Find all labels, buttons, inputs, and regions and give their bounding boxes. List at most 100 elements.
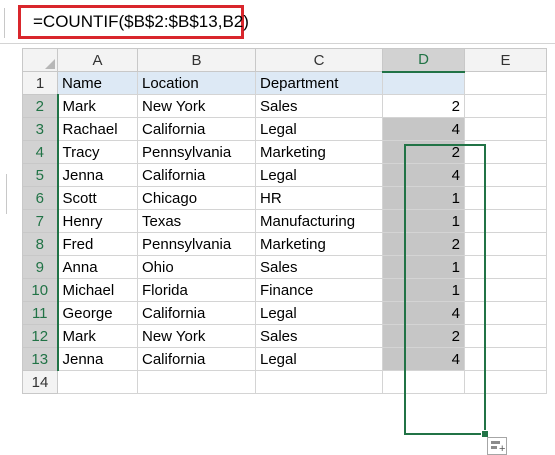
cell-d[interactable]: 2 <box>382 140 465 164</box>
select-all-corner[interactable] <box>22 48 58 72</box>
formula-text[interactable]: =COUNTIF($B$2:$B$13,B2) <box>33 12 249 32</box>
cell-a[interactable]: Name <box>57 71 138 95</box>
cell-b[interactable]: Location <box>137 71 256 95</box>
cell-c[interactable]: Finance <box>255 278 383 302</box>
cell-b[interactable]: California <box>137 163 256 187</box>
cell-b[interactable]: Florida <box>137 278 256 302</box>
row-header[interactable]: 10 <box>22 278 59 302</box>
cell-b[interactable]: Chicago <box>137 186 256 210</box>
column-header-e[interactable]: E <box>464 48 547 72</box>
cell-b[interactable]: New York <box>137 324 256 348</box>
cell-b[interactable]: California <box>137 117 256 141</box>
cell-d[interactable]: 4 <box>382 163 465 187</box>
cell-e[interactable] <box>464 163 547 187</box>
cell-e[interactable] <box>464 117 547 141</box>
worksheet-table: A B C D E 1 Name Location Department 2 Mark Ne… <box>22 48 547 394</box>
cell-e[interactable] <box>464 324 547 348</box>
cell-d[interactable]: 1 <box>382 278 465 302</box>
cell-d[interactable]: 4 <box>382 347 465 371</box>
cell-e[interactable] <box>464 347 547 371</box>
cell-e[interactable] <box>464 209 547 233</box>
cell-a[interactable]: Jenna <box>57 347 138 371</box>
cell-e[interactable] <box>464 140 547 164</box>
cell-d[interactable]: 1 <box>382 209 465 233</box>
cell-c[interactable]: Marketing <box>255 140 383 164</box>
column-header-a[interactable]: A <box>57 48 138 72</box>
row-header[interactable]: 7 <box>22 209 59 233</box>
cell-d[interactable]: 4 <box>382 301 465 325</box>
cell-e[interactable] <box>464 278 547 302</box>
cell-a[interactable]: Anna <box>57 255 138 279</box>
cell-c[interactable]: Manufacturing <box>255 209 383 233</box>
cell-e[interactable] <box>464 232 547 256</box>
cell-a[interactable]: Scott <box>57 186 138 210</box>
row-header[interactable]: 8 <box>22 232 59 256</box>
row-header[interactable]: 6 <box>22 186 59 210</box>
cell-b[interactable] <box>137 370 256 394</box>
cell-e[interactable] <box>464 255 547 279</box>
cell-e[interactable] <box>464 301 547 325</box>
table-row: 12 Mark New York Sales 2 <box>22 324 547 348</box>
cell-a[interactable]: Fred <box>57 232 138 256</box>
cell-a[interactable]: Henry <box>57 209 138 233</box>
column-header-d[interactable]: D <box>382 48 465 73</box>
cell-c[interactable]: Sales <box>255 94 383 118</box>
cell-b[interactable]: California <box>137 301 256 325</box>
column-header-row: A B C D E <box>22 48 547 73</box>
cell-d[interactable] <box>382 370 465 394</box>
cell-c[interactable]: Department <box>255 71 383 95</box>
cell-e[interactable] <box>464 186 547 210</box>
row-header[interactable]: 1 <box>22 71 58 95</box>
row-header[interactable]: 14 <box>22 370 58 394</box>
cell-a[interactable]: Mark <box>57 324 138 348</box>
cell-a[interactable]: Jenna <box>57 163 138 187</box>
cell-b[interactable]: New York <box>137 94 256 118</box>
formula-highlight-box: =COUNTIF($B$2:$B$13,B2) <box>18 5 249 39</box>
formula-bar[interactable]: =COUNTIF($B$2:$B$13,B2) <box>0 0 555 44</box>
cell-e[interactable] <box>464 94 547 118</box>
cell-c[interactable]: Legal <box>255 117 383 141</box>
table-row: 8 Fred Pennsylvania Marketing 2 <box>22 232 547 256</box>
cell-c[interactable]: Sales <box>255 255 383 279</box>
cell-a[interactable]: Rachael <box>57 117 138 141</box>
cell-a[interactable] <box>57 370 138 394</box>
column-header-b[interactable]: B <box>137 48 256 72</box>
cell-e[interactable] <box>464 71 547 95</box>
row-header[interactable]: 2 <box>22 94 59 118</box>
cell-d[interactable]: 2 <box>382 94 465 118</box>
row-header[interactable]: 4 <box>22 140 59 164</box>
cell-c[interactable]: Legal <box>255 301 383 325</box>
cell-a[interactable]: George <box>57 301 138 325</box>
quick-analysis-icon[interactable]: + <box>487 437 507 455</box>
cell-a[interactable]: Michael <box>57 278 138 302</box>
cell-e[interactable] <box>464 370 547 394</box>
cell-c[interactable]: Sales <box>255 324 383 348</box>
cell-c[interactable]: HR <box>255 186 383 210</box>
cell-b[interactable]: Pennsylvania <box>137 140 256 164</box>
cell-b[interactable]: Texas <box>137 209 256 233</box>
row-header[interactable]: 9 <box>22 255 59 279</box>
cell-b[interactable]: Pennsylvania <box>137 232 256 256</box>
row-header[interactable]: 5 <box>22 163 59 187</box>
cell-b[interactable]: Ohio <box>137 255 256 279</box>
row-header[interactable]: 12 <box>22 324 59 348</box>
cell-d[interactable]: 2 <box>382 232 465 256</box>
cell-a[interactable]: Mark <box>57 94 138 118</box>
cell-c[interactable]: Legal <box>255 163 383 187</box>
cell-c[interactable]: Legal <box>255 347 383 371</box>
cell-d[interactable]: 4 <box>382 117 465 141</box>
row-header[interactable]: 11 <box>22 301 59 325</box>
row-header[interactable]: 3 <box>22 117 59 141</box>
cell-d[interactable]: 1 <box>382 186 465 210</box>
row-header[interactable]: 13 <box>22 347 59 371</box>
table-row: 6 Scott Chicago HR 1 <box>22 186 547 210</box>
column-header-c[interactable]: C <box>255 48 383 72</box>
cell-a[interactable]: Tracy <box>57 140 138 164</box>
cell-d[interactable]: 1 <box>382 255 465 279</box>
cell-d[interactable]: 2 <box>382 324 465 348</box>
cell-d[interactable] <box>382 71 465 95</box>
cell-b[interactable]: California <box>137 347 256 371</box>
cell-c[interactable] <box>255 370 383 394</box>
table-row: 4 Tracy Pennsylvania Marketing 2 <box>22 140 547 164</box>
cell-c[interactable]: Marketing <box>255 232 383 256</box>
